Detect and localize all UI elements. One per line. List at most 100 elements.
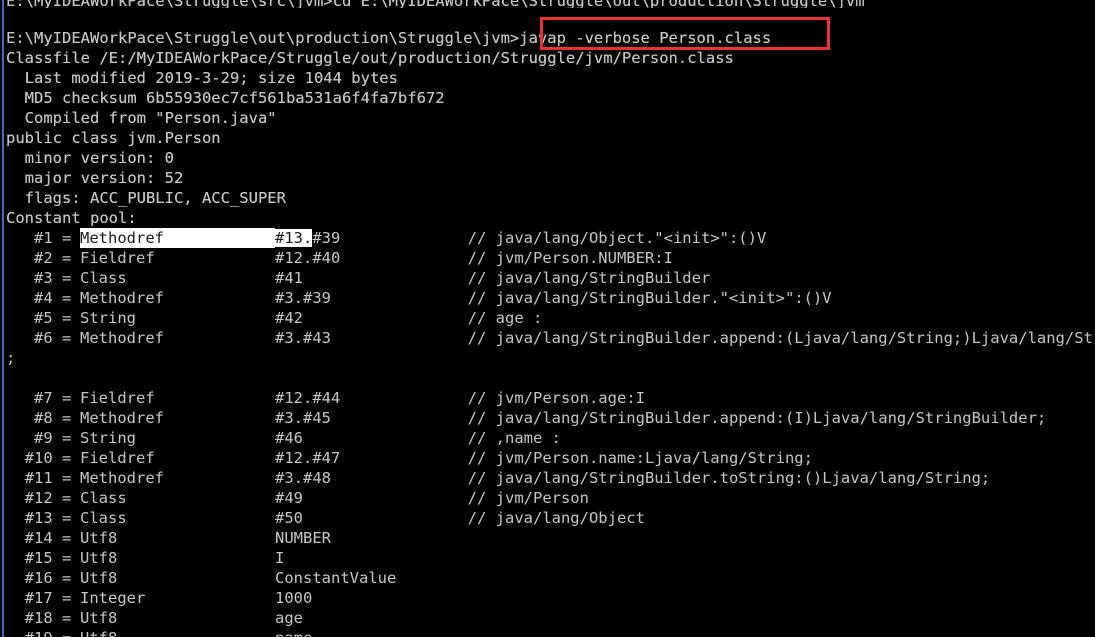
constant-pool-ref: #12.#47: [275, 449, 341, 467]
constant-pool-row[interactable]: #9 = String #46 // ,name :: [6, 428, 1095, 448]
constant-pool-ref: #3.#39: [275, 289, 331, 307]
constant-pool-index: #11 =: [6, 469, 81, 487]
classfile-line: Classfile /E:/MyIDEAWorkPace/Struggle/ou…: [6, 49, 734, 67]
constant-pool-ref: #49: [275, 489, 303, 507]
constant-pool-ref-tail: #39: [312, 229, 341, 247]
constant-pool-kind: Fieldref: [80, 389, 155, 407]
constant-pool-row[interactable]: #8 = Methodref #3.#45 // java/lang/String…: [6, 408, 1095, 428]
constant-pool-index: #1 =: [6, 229, 81, 247]
constant-pool-comment: // java/lang/StringBuilder.append:(I)Lja…: [421, 409, 1047, 427]
constant-pool-index: #13 =: [6, 509, 81, 527]
constant-pool-index: #8 =: [6, 409, 81, 427]
constant-pool-ref: NUMBER: [275, 529, 331, 547]
constant-pool-row[interactable]: #4 = Methodref #3.#39 // java/lang/String…: [6, 288, 1095, 308]
constant-pool-row[interactable]: #13 = Class #50 // java/lang/Object: [6, 508, 1095, 528]
constant-pool-ref: #12.#40: [275, 249, 341, 267]
blank-line-2: [6, 368, 1095, 388]
constant-pool-list[interactable]: #1 = Methodref #13.#39 // java/lang/Objec…: [6, 228, 1095, 637]
constant-pool-ref: I: [275, 549, 285, 567]
constant-pool-index: #12 =: [6, 489, 81, 507]
constant-pool-row[interactable]: #2 = Fieldref #12.#40 // jvm/Person.NUMBE…: [6, 248, 1095, 268]
constant-pool-row[interactable]: #12 = Class #49 // jvm/Person: [6, 488, 1095, 508]
constant-pool-kind: Methodref: [80, 329, 164, 347]
constant-pool-ref: name: [275, 628, 421, 637]
constant-pool-row[interactable]: #1 = Methodref #13.#39 // java/lang/Objec…: [6, 228, 1095, 248]
terminal-output[interactable]: E:\MyIDEAWorkPace\Struggle\src\jvm>cd E:…: [0, 0, 1095, 637]
window-left-edge: [2, 0, 4, 637]
constant-pool-kind: Utf8: [80, 549, 118, 567]
wrapped-overflow-line: ;: [6, 349, 16, 367]
constant-pool-row[interactable]: #14 = Utf8 NUMBER: [6, 528, 1095, 548]
last-modified-line: Last modified 2019-3-29; size 1044 bytes: [6, 69, 398, 87]
selection-highlight: #13.: [275, 229, 313, 247]
constant-pool-kind: String: [80, 429, 136, 447]
constant-pool-kind: Fieldref: [80, 249, 155, 267]
terminal-window[interactable]: E:\MyIDEAWorkPace\Struggle\src\jvm>cd E:…: [0, 0, 1095, 637]
constant-pool-index: #9 =: [6, 429, 81, 447]
constant-pool-ref: #50: [275, 509, 303, 527]
constant-pool-kind: Integer: [80, 589, 146, 607]
constant-pool-kind: Utf8: [80, 609, 118, 627]
constant-pool-comment: // java/lang/StringBuilder."<init>":()V: [421, 289, 832, 307]
constant-pool-heading: Constant pool:: [6, 209, 137, 227]
constant-pool-ref: #13.#39: [275, 228, 421, 248]
constant-pool-kind: Methodref: [80, 409, 164, 427]
scrollback-clipped-line: E:\MyIDEAWorkPace\Struggle\src\jvm>cd E:…: [6, 0, 1095, 8]
constant-pool-index: #3 =: [6, 269, 81, 287]
constant-pool-comment: // jvm/Person.name:Ljava/lang/String;: [421, 449, 813, 467]
constant-pool-row[interactable]: #7 = Fieldref #12.#44 // jvm/Person.age:I: [6, 388, 1095, 408]
constant-pool-index: #5 =: [6, 309, 81, 327]
command-prompt-line[interactable]: E:\MyIDEAWorkPace\Struggle\out\productio…: [6, 28, 1095, 48]
constant-pool-comment: // jvm/Person.age:I: [421, 389, 645, 407]
constant-pool-comment: // jvm/Person.NUMBER:I: [421, 249, 673, 267]
constant-pool-ref: age: [275, 609, 303, 627]
constant-pool-index: #14 =: [6, 529, 81, 547]
constant-pool-ref: #3.#48: [275, 469, 331, 487]
flags-line: flags: ACC_PUBLIC, ACC_SUPER: [6, 189, 286, 207]
constant-pool-ref: ConstantValue: [275, 569, 397, 587]
constant-pool-comment: // java/lang/StringBuilder: [421, 269, 711, 287]
constant-pool-ref: #41: [275, 269, 303, 287]
constant-pool-ref: #3.#43: [275, 329, 331, 347]
constant-pool-index: #2 =: [6, 249, 81, 267]
major-version-line: major version: 52: [6, 169, 184, 187]
constant-pool-row[interactable]: #11 = Methodref #3.#48 // java/lang/Strin…: [6, 468, 1095, 488]
constant-pool-comment: // java/lang/StringBuilder.append:(Ljava…: [421, 329, 1093, 347]
constant-pool-row[interactable]: #19 = Utf8name: [6, 628, 1095, 637]
constant-pool-kind: Methodref: [80, 469, 164, 487]
constant-pool-index: #16 =: [6, 569, 81, 587]
constant-pool-kind: String: [80, 309, 136, 327]
constant-pool-comment: // age :: [421, 309, 543, 327]
constant-pool-kind: Class: [80, 269, 127, 287]
constant-pool-index: #4 =: [6, 289, 81, 307]
constant-pool-index: #18 =: [6, 609, 81, 627]
constant-pool-row[interactable]: #16 = Utf8 ConstantValue: [6, 568, 1095, 588]
constant-pool-index: #17 =: [6, 589, 81, 607]
constant-pool-comment: // jvm/Person: [421, 489, 589, 507]
constant-pool-kind: Methodref: [80, 228, 275, 248]
constant-pool-row[interactable]: #3 = Class #41 // java/lang/StringBuilder: [6, 268, 1095, 288]
constant-pool-index: #19 =: [6, 628, 80, 637]
constant-pool-row[interactable]: #17 = Integer 1000: [6, 588, 1095, 608]
constant-pool-comment: // java/lang/StringBuilder.toString:()Lj…: [421, 469, 991, 487]
constant-pool-comment: // java/lang/Object."<init>":()V: [421, 229, 767, 247]
constant-pool-comment: // java/lang/Object: [421, 509, 645, 527]
constant-pool-row[interactable]: #15 = Utf8 I: [6, 548, 1095, 568]
constant-pool-index: #7 =: [6, 389, 81, 407]
constant-pool-kind: Fieldref: [80, 449, 155, 467]
constant-pool-index: #10 =: [6, 449, 81, 467]
constant-pool-row[interactable]: #6 = Methodref #3.#43 // java/lang/String…: [6, 328, 1095, 348]
constant-pool-kind: Utf8: [80, 529, 118, 547]
constant-pool-row[interactable]: #10 = Fieldref #12.#47 // jvm/Person.name…: [6, 448, 1095, 468]
class-declaration-line: public class jvm.Person: [6, 129, 221, 147]
constant-pool-ref: #46: [275, 429, 303, 447]
constant-pool-kind: Methodref: [80, 289, 164, 307]
constant-pool-ref: #42: [275, 309, 303, 327]
constant-pool-kind: Class: [80, 509, 127, 527]
constant-pool-kind: Utf8: [80, 569, 118, 587]
minor-version-line: minor version: 0: [6, 149, 174, 167]
constant-pool-row[interactable]: #18 = Utf8 age: [6, 608, 1095, 628]
constant-pool-kind: Utf8: [80, 628, 275, 637]
constant-pool-row[interactable]: #5 = String #42 // age :: [6, 308, 1095, 328]
constant-pool-ref: 1000: [275, 589, 313, 607]
